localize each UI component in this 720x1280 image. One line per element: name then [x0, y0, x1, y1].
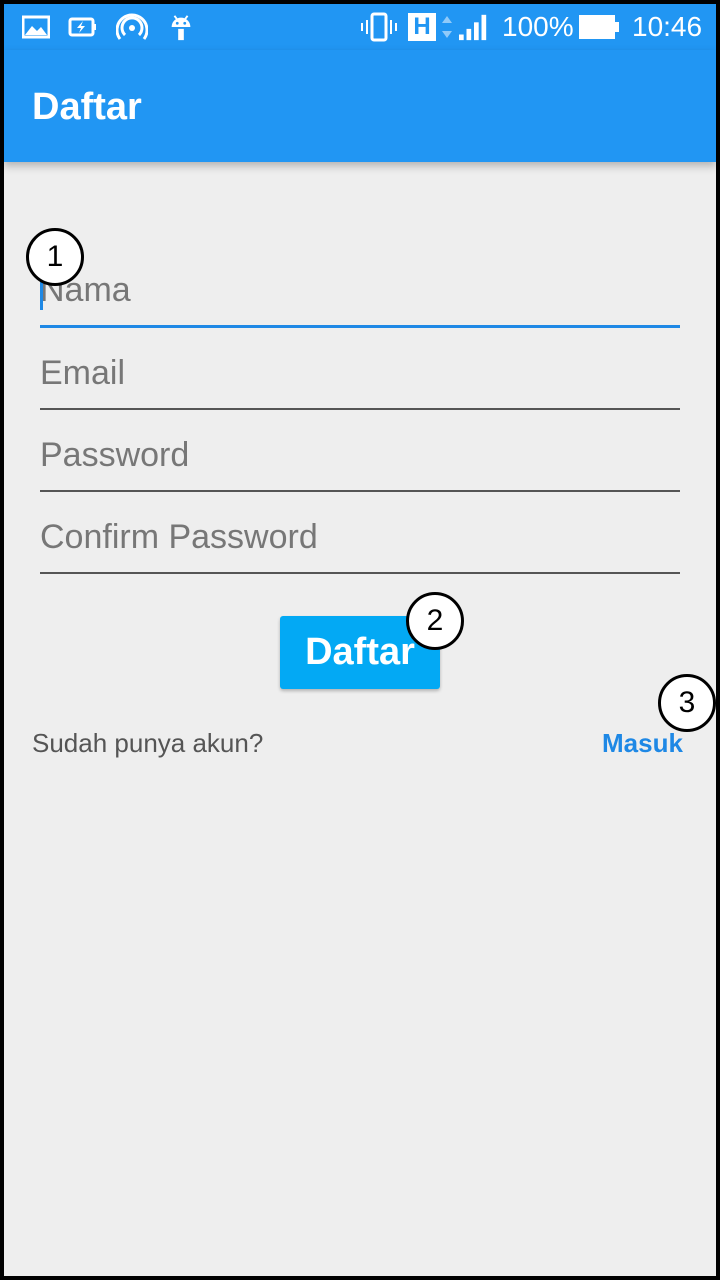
- have-account-text: Sudah punya akun?: [32, 728, 264, 758]
- app-bar: Daftar: [4, 50, 716, 162]
- battery-saver-icon: [68, 17, 96, 37]
- hotspot-icon: [116, 13, 148, 40]
- data-arrows-icon: [442, 16, 452, 38]
- android-icon: [171, 15, 191, 41]
- status-bar: H 100% 10:46: [4, 4, 716, 50]
- gallery-icon: [22, 15, 50, 39]
- confirm-password-field[interactable]: [40, 494, 680, 574]
- password-field[interactable]: [40, 412, 680, 492]
- password-input[interactable]: [40, 412, 680, 490]
- email-field[interactable]: [40, 330, 680, 410]
- signal-icon: [459, 14, 487, 41]
- battery-percentage: 100%: [502, 11, 574, 42]
- callout-2: 2: [406, 592, 464, 650]
- app-screen: H 100% 10:46 Daftar Dafta: [4, 4, 716, 1276]
- vibrate-icon: [361, 12, 397, 42]
- login-link[interactable]: Masuk: [602, 726, 683, 760]
- network-h-icon: H: [408, 13, 436, 41]
- network-type-label: H: [413, 13, 431, 40]
- email-input[interactable]: [40, 330, 680, 408]
- battery-icon: [579, 15, 619, 39]
- name-input[interactable]: [40, 248, 680, 325]
- confirm-password-input[interactable]: [40, 494, 680, 572]
- callout-3: 3: [658, 674, 716, 732]
- name-field[interactable]: [40, 248, 680, 328]
- callout-1: 1: [26, 228, 84, 286]
- clock: 10:46: [632, 11, 703, 42]
- page-title: Daftar: [32, 86, 142, 128]
